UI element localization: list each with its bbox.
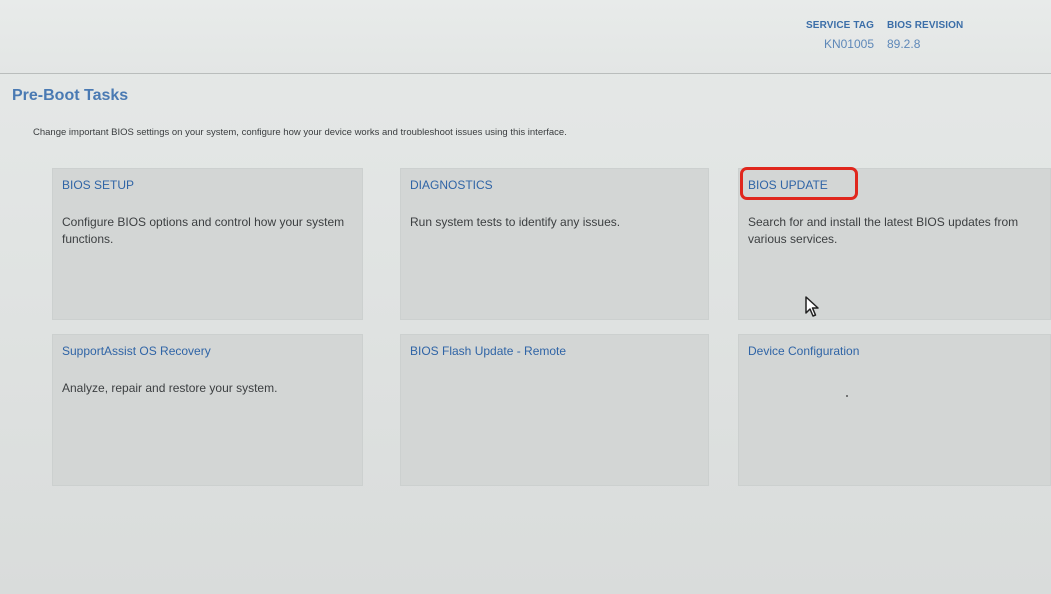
- tile-supportassist-os-recovery[interactable]: SupportAssist OS Recovery Analyze, repai…: [52, 334, 363, 486]
- tile-description: Analyze, repair and restore your system.: [62, 381, 278, 395]
- tile-description: Search for and install the latest BIOS u…: [748, 215, 1019, 246]
- tile-bios-setup[interactable]: BIOS SETUP Configure BIOS options and co…: [52, 168, 363, 320]
- tile-title[interactable]: Device Configuration: [748, 344, 859, 358]
- page-title: Pre-Boot Tasks: [12, 87, 129, 104]
- page-subtitle: Change important BIOS settings on your s…: [33, 127, 567, 138]
- header-bar: SERVICE TAG KN01005 BIOS REVISION 89.2.8: [0, 0, 1051, 74]
- tile-diagnostics[interactable]: DIAGNOSTICS Run system tests to identify…: [400, 168, 709, 320]
- mouse-pointer-icon: [804, 296, 820, 318]
- tile-title[interactable]: DIAGNOSTICS: [410, 178, 493, 192]
- tile-device-configuration[interactable]: Device Configuration: [738, 334, 1051, 486]
- bios-revision-label: BIOS REVISION: [887, 20, 964, 31]
- service-tag-block: SERVICE TAG KN01005: [798, 20, 874, 51]
- tile-bios-flash-update-remote[interactable]: BIOS Flash Update - Remote: [400, 334, 709, 486]
- screen-speck: [846, 395, 848, 397]
- tile-description: Configure BIOS options and control how y…: [62, 215, 345, 246]
- tile-title[interactable]: BIOS Flash Update - Remote: [410, 344, 566, 358]
- tile-description: Run system tests to identify any issues.: [410, 215, 621, 229]
- bios-preboot-screen: SERVICE TAG KN01005 BIOS REVISION 89.2.8…: [0, 0, 1051, 594]
- bios-revision-value: 89.2.8: [887, 37, 921, 51]
- tile-title[interactable]: BIOS SETUP: [62, 178, 134, 192]
- highlight-annotation: [740, 167, 858, 200]
- tile-title[interactable]: SupportAssist OS Recovery: [62, 344, 211, 358]
- bios-revision-block: BIOS REVISION 89.2.8: [887, 20, 963, 51]
- service-tag-label: SERVICE TAG: [806, 20, 874, 31]
- service-tag-value: KN01005: [823, 37, 874, 51]
